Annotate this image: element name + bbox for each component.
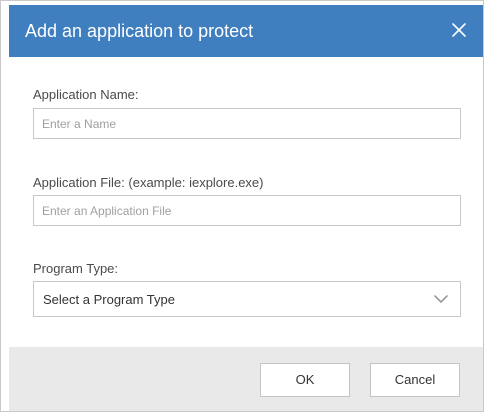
- ok-button[interactable]: OK: [260, 363, 350, 397]
- application-name-label: Application Name:: [33, 87, 139, 102]
- add-application-dialog: Add an application to protect Applicatio…: [0, 0, 484, 412]
- dialog-title: Add an application to protect: [25, 21, 254, 41]
- cancel-button[interactable]: Cancel: [370, 363, 460, 397]
- close-icon: [452, 23, 466, 37]
- application-file-label: Application File: (example: iexplore.exe…: [33, 175, 264, 190]
- application-name-input[interactable]: [33, 108, 461, 139]
- program-type-label: Program Type:: [33, 261, 119, 276]
- dialog-footer: OK Cancel: [9, 347, 483, 411]
- program-type-select[interactable]: Select a Program Type: [33, 281, 461, 317]
- dialog-header: Add an application to protect: [9, 5, 483, 57]
- application-file-input[interactable]: [33, 195, 461, 226]
- dialog-body: Application Name: Application File: (exa…: [9, 57, 483, 347]
- close-button[interactable]: [447, 18, 471, 42]
- program-type-selected-value: Select a Program Type: [43, 292, 175, 307]
- chevron-down-icon: [434, 294, 448, 304]
